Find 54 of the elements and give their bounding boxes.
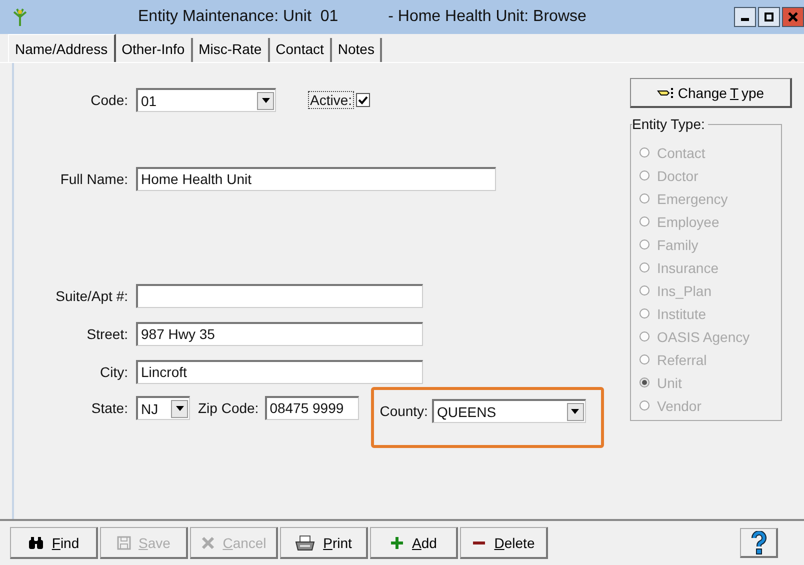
toolbar-button[interactable]: Print: [280, 527, 368, 559]
field-label: Code:: [90, 92, 128, 108]
state-dropdown[interactable]: NJ: [136, 396, 190, 420]
help-icon: [750, 530, 766, 554]
radio-label: Vendor: [657, 398, 702, 414]
radio-label: Ins_Plan: [657, 282, 712, 298]
field-label: County:: [380, 403, 428, 419]
field-label: City:: [99, 364, 128, 380]
window-subtitle: - Home Health Unit: Browse: [388, 8, 586, 26]
field-label: Suite/Apt #:: [54, 288, 128, 304]
printer-icon: [295, 534, 316, 550]
field-label: Full Name:: [59, 171, 128, 187]
maximize-button[interactable]: [758, 7, 780, 27]
radio-label: Contact: [657, 144, 706, 160]
close-button[interactable]: [782, 7, 804, 27]
toolbar-button[interactable]: Add: [370, 527, 458, 559]
maximize-icon: [764, 12, 774, 22]
window-title: Entity Maintenance: Unit 01: [138, 8, 338, 26]
field-label: Street:: [86, 326, 128, 342]
street-field[interactable]: 987 Hwy 35: [136, 322, 423, 346]
dropdown-arrow-icon: [571, 409, 580, 414]
dropdown-arrow-icon: [262, 98, 270, 103]
city-field[interactable]: Lincroft: [136, 360, 423, 384]
radio-label: Unit: [657, 374, 682, 390]
toolbar-button[interactable]: Find: [10, 527, 98, 559]
county-dropdown[interactable]: QUEENS: [432, 399, 586, 423]
help-button[interactable]: [740, 528, 778, 558]
radio-label: Institute: [657, 306, 706, 322]
suite-field[interactable]: [136, 284, 423, 308]
radio-label: Referral: [657, 352, 707, 368]
field-label: State:: [90, 400, 128, 416]
plus-icon: [390, 536, 404, 550]
binoculars-icon: [28, 536, 44, 550]
close-icon: [788, 12, 798, 22]
radio-label: Family: [657, 236, 698, 252]
dropdown-arrow-icon: [176, 406, 184, 411]
cancel-icon: [200, 536, 215, 550]
toolbar-button[interactable]: Delete: [460, 527, 548, 559]
field-label: Zip Code:: [198, 400, 259, 416]
zip-code-field[interactable]: 08475 9999: [264, 396, 359, 420]
radio-label: Insurance: [657, 260, 718, 276]
radio-label: Doctor: [657, 168, 698, 184]
radio-label: OASIS Agency: [657, 328, 750, 344]
active-checkbox[interactable]: [356, 93, 370, 107]
full-name-field[interactable]: Home Health Unit: [136, 167, 496, 191]
change-type-button[interactable]: Change T ype: [630, 78, 792, 108]
sprout-icon: [12, 8, 28, 26]
group-title: Entity Type:: [632, 116, 708, 132]
code-dropdown[interactable]: 01: [136, 88, 276, 112]
minimize-button[interactable]: [734, 7, 756, 27]
radio-label: Emergency: [657, 190, 728, 206]
tab[interactable]: Name/Address: [8, 34, 116, 62]
checkbox-label: Active:: [308, 91, 354, 109]
radio-label: Employee: [657, 214, 720, 230]
